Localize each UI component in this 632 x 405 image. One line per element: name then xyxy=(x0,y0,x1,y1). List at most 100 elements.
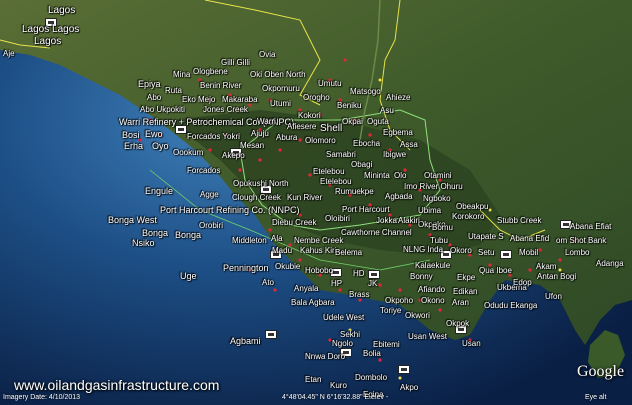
map-label-imo-river: Imo River Ohuru xyxy=(404,182,463,191)
map-label-makaraba: Makaraba xyxy=(222,95,258,104)
map-label-om-shot-bank: om Shot Bank xyxy=(556,236,607,245)
map-label-mininta: Mininta xyxy=(364,171,390,180)
map-label-okpok: Okpok xyxy=(446,319,470,328)
map-label-utumi: Utumi xyxy=(270,99,291,108)
map-label-kun-river: Kun River xyxy=(287,193,323,202)
map-label-rumuekpe: Rumuekpe xyxy=(335,187,374,196)
map-label-agbami: Agbami xyxy=(230,336,261,346)
map-label-okpai: Okpai xyxy=(342,117,363,126)
map-label-port-harcourt: Port Harcourt xyxy=(342,205,390,214)
imagery-date: Imagery Date: 4/10/2013 xyxy=(3,394,81,401)
map-label-pennington: Pennington xyxy=(223,263,269,273)
map-label-agge: Agge xyxy=(200,190,219,199)
map-label-hobobo: Hobobo xyxy=(305,266,334,275)
map-label-okubie: Okubie xyxy=(275,262,301,271)
map-label-qua-iboe: Qua Iboe xyxy=(479,266,512,275)
map-label-ebitemi: Ebitemi xyxy=(373,340,400,349)
map-label-ologbene: Ologbene xyxy=(193,67,228,76)
map-label-cawthorne-channel: Cawthorne Channel xyxy=(341,228,412,237)
map-label-bonga-1: Bonga xyxy=(142,228,169,238)
map-label-etan: Etan xyxy=(305,375,322,384)
map-label-belema: Belema xyxy=(335,248,363,257)
map-label-epiya: Epiya xyxy=(138,79,161,89)
map-label-hd: HD xyxy=(353,269,365,278)
map-label-jokka: Jokka xyxy=(376,216,397,225)
coordinate-readout: 4°48'04.45" N 6°16'32.88" E elev - xyxy=(282,394,389,401)
map-label-lagos-2: Lagos Lagos xyxy=(22,24,80,35)
map-label-afiando: Afiando xyxy=(418,285,446,294)
map-label-bomu: Bomu xyxy=(432,223,453,232)
map-label-ovia: Ovia xyxy=(259,50,276,59)
map-label-ubima: Ubima xyxy=(418,206,442,215)
map-label-akpo: Akpo xyxy=(400,383,419,392)
google-logo: Google xyxy=(577,363,625,380)
map-label-mina: Mina xyxy=(173,70,191,79)
map-label-obagi: Obagi xyxy=(351,160,373,169)
map-label-shell: Shell xyxy=(320,123,343,134)
map-label-middleton: Middleton xyxy=(232,236,267,245)
map-label-aje: Aje xyxy=(3,49,15,58)
map-label-matsogo: Matsogo xyxy=(350,87,381,96)
map-label-etelebou-1: Etelebou xyxy=(313,167,345,176)
map-label-usan: Usan xyxy=(462,339,481,348)
map-label-korokoro: Korokoro xyxy=(452,212,485,221)
map-label-nlng-inda: NLNG Inda xyxy=(403,245,444,254)
platform-icon[interactable] xyxy=(500,250,512,259)
map-label-ruta: Ruta xyxy=(165,86,182,95)
map-label-beniku: Beniku xyxy=(337,101,362,110)
map-label-diebu-creek: Diebu Creek xyxy=(272,218,317,227)
map-label-aran: Aran xyxy=(452,298,469,307)
map-label-ato: Ato xyxy=(262,278,275,287)
satellite-map[interactable]: Lagos Lagos Lagos Lagos Aje Ovia Gilli G… xyxy=(0,0,632,405)
map-label-stubb-creek: Stubb Creek xyxy=(497,216,542,225)
map-label-samabri: Samabri xyxy=(326,150,356,159)
map-label-oki-oben-north: Oki Oben North xyxy=(250,70,306,79)
map-label-forcados: Forcados xyxy=(187,166,221,175)
map-label-bonga-west: Bonga West xyxy=(108,215,157,225)
map-label-ajuju: Ajuju xyxy=(251,129,269,138)
map-label-gilli-gilli: Gilli Gilli xyxy=(221,58,250,67)
map-label-dombolo: Dombolo xyxy=(355,373,388,382)
map-label-udele-west: Udele West xyxy=(323,313,365,322)
map-label-akepo: Akepo xyxy=(222,151,245,160)
map-label-abura: Abura xyxy=(276,133,298,142)
map-label-lagos-3: Lagos xyxy=(34,36,62,47)
map-label-uge: Uge xyxy=(180,271,197,281)
map-label-kahus-kiri: Kahus Kiri xyxy=(300,246,337,255)
map-label-antan-bogi: Antan Bogi xyxy=(537,272,577,281)
map-label-bonga-2: Bonga xyxy=(175,230,202,240)
map-label-engule: Engule xyxy=(145,186,174,196)
map-label-olo: Olo xyxy=(394,171,407,180)
platform-icon[interactable] xyxy=(368,270,380,279)
map-label-anyala: Anyala xyxy=(294,284,319,293)
map-label-ebocha: Ebocha xyxy=(353,139,381,148)
map-label-kalaekule: Kalaekule xyxy=(415,261,451,270)
map-label-oguta: Oguta xyxy=(367,117,389,126)
map-label-setu: Setu xyxy=(478,248,495,257)
map-label-otamini: Otamini xyxy=(424,171,452,180)
map-label-edikan: Edikan xyxy=(453,287,478,296)
map-label-abo-ukpokiti: Abo Ukpokiti xyxy=(140,105,185,114)
map-label-abana-efid: Abana Efid xyxy=(510,234,550,243)
map-label-orogho: Orogho xyxy=(303,93,330,102)
map-label-akam: Akam xyxy=(536,262,557,271)
map-label-olomoro: Olomoro xyxy=(305,136,336,145)
platform-icon[interactable] xyxy=(398,365,410,374)
map-label-kuro: Kuro xyxy=(330,381,347,390)
map-label-etelebou-2: Etelebou xyxy=(320,177,352,186)
map-label-orobiri: Orobiri xyxy=(199,221,224,230)
map-label-umutu: Umutu xyxy=(318,79,342,88)
map-label-bosi: Bosi xyxy=(122,130,140,140)
map-label-ahieze: Ahieze xyxy=(386,93,411,102)
map-label-abo: Abo xyxy=(147,93,162,102)
map-label-toriye: Toriye xyxy=(380,306,402,315)
map-label-okwori: Okwori xyxy=(405,311,430,320)
map-label-usan-west: Usan West xyxy=(408,332,447,341)
map-label-bala-agbara: Bala Agbara xyxy=(291,298,335,307)
map-label-ookum: Oookum xyxy=(173,148,204,157)
map-label-alakiri: Alakiri xyxy=(398,216,420,225)
map-label-okpornuru: Okpornuru xyxy=(262,84,300,93)
platform-icon[interactable] xyxy=(265,330,277,339)
map-label-kokori: Kokori xyxy=(298,111,321,120)
map-label-benin-river: Benin River xyxy=(200,81,242,90)
